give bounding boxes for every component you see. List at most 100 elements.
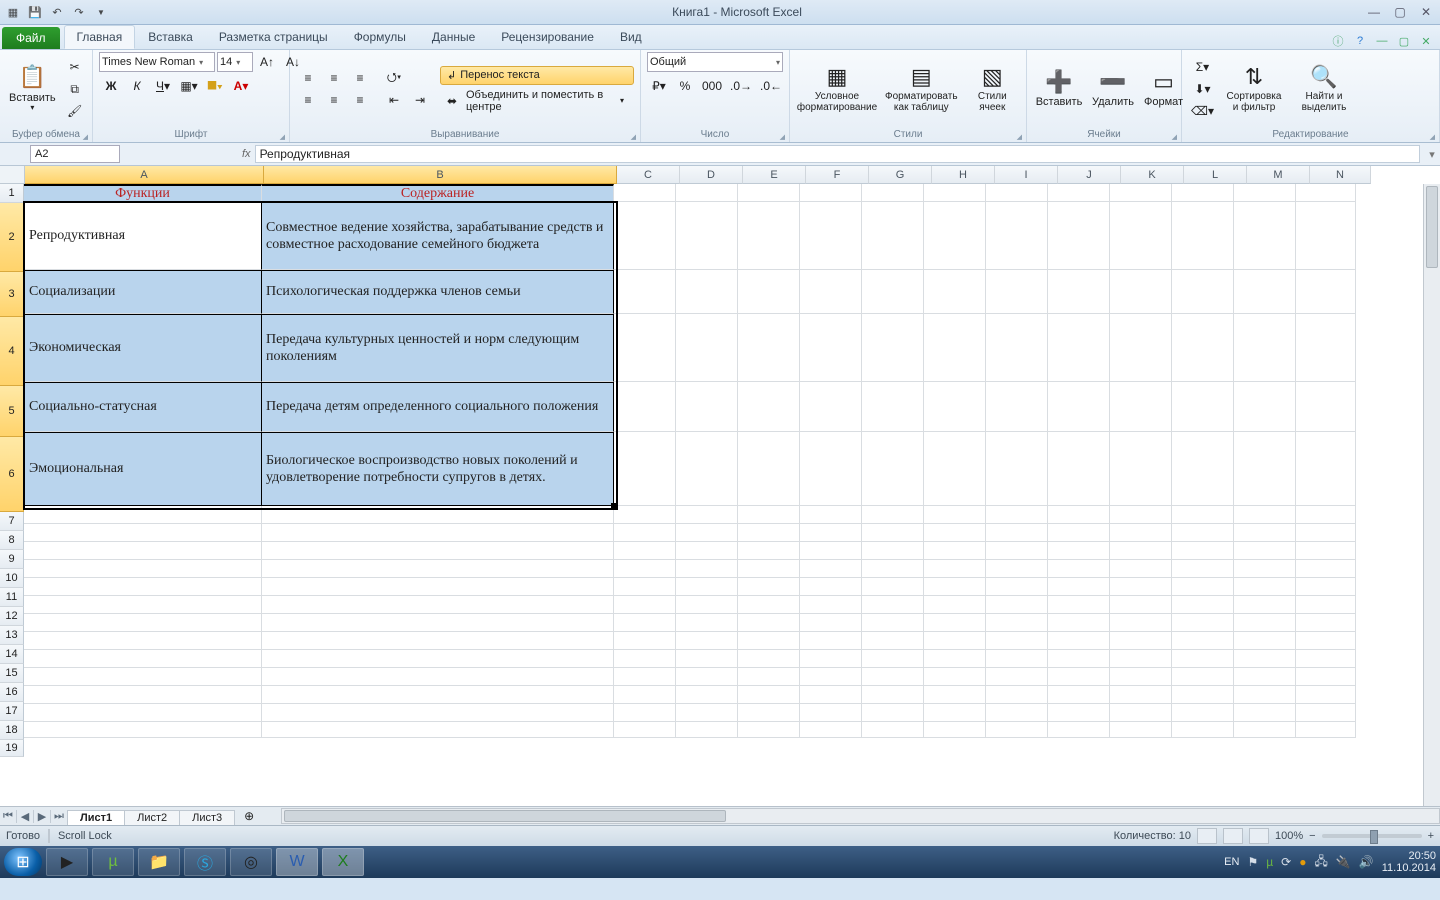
cell-M1[interactable] xyxy=(1234,184,1296,202)
col-header-B[interactable]: B xyxy=(264,166,617,184)
cell-K8[interactable] xyxy=(1110,524,1172,542)
qat-dropdown-icon[interactable]: ▼ xyxy=(92,3,110,21)
ribbon-tab-Рецензирование[interactable]: Рецензирование xyxy=(488,25,607,49)
cell-A5[interactable]: Социально-статусная xyxy=(24,382,262,432)
sheet-nav-prev-icon[interactable]: ◀ xyxy=(17,810,34,823)
window-min-icon[interactable]: — xyxy=(1374,33,1390,49)
cell-L9[interactable] xyxy=(1172,542,1234,560)
cell-H2[interactable] xyxy=(924,202,986,270)
cell-L8[interactable] xyxy=(1172,524,1234,542)
cell-M9[interactable] xyxy=(1234,542,1296,560)
cell-E11[interactable] xyxy=(738,578,800,596)
row-header-19[interactable]: 19 xyxy=(0,740,24,757)
start-button[interactable]: ⊞ xyxy=(4,848,42,876)
ribbon-tab-Вставка[interactable]: Вставка xyxy=(135,25,206,49)
cell-I8[interactable] xyxy=(986,524,1048,542)
cell-E7[interactable] xyxy=(738,506,800,524)
col-header-I[interactable]: I xyxy=(995,166,1058,184)
col-header-J[interactable]: J xyxy=(1058,166,1121,184)
cell-E3[interactable] xyxy=(738,270,800,314)
cell-D18[interactable] xyxy=(676,704,738,722)
cell-B1[interactable]: Содержание xyxy=(262,184,614,202)
orientation-icon[interactable]: ⭯▾ xyxy=(382,68,406,88)
cell-D6[interactable] xyxy=(676,432,738,506)
cell-E14[interactable] xyxy=(738,632,800,650)
cell-C15[interactable] xyxy=(614,650,676,668)
taskbar-explorer-icon[interactable]: 📁 xyxy=(138,848,180,876)
cell-J6[interactable] xyxy=(1048,432,1110,506)
cell-C14[interactable] xyxy=(614,632,676,650)
tray-language[interactable]: EN xyxy=(1224,856,1239,868)
sheet-tab-Лист1[interactable]: Лист1 xyxy=(67,810,125,825)
taskbar-utorrent-icon[interactable]: µ xyxy=(92,848,134,876)
row-header-10[interactable]: 10 xyxy=(0,569,24,588)
cell-L18[interactable] xyxy=(1172,704,1234,722)
cell-F6[interactable] xyxy=(800,432,862,506)
percent-icon[interactable]: % xyxy=(673,76,697,96)
find-select-button[interactable]: 🔍Найти и выделить xyxy=(1291,53,1357,125)
cell-J18[interactable] xyxy=(1048,704,1110,722)
align-left-icon[interactable]: ≡ xyxy=(296,90,320,110)
zoom-in-icon[interactable]: + xyxy=(1428,830,1434,842)
cell-K18[interactable] xyxy=(1110,704,1172,722)
cell-D3[interactable] xyxy=(676,270,738,314)
cell-E19[interactable] xyxy=(738,722,800,738)
cell-J3[interactable] xyxy=(1048,270,1110,314)
autosum-icon[interactable]: Σ▾ xyxy=(1188,57,1217,77)
cell-F3[interactable] xyxy=(800,270,862,314)
cell-N19[interactable] xyxy=(1296,722,1356,738)
cell-I5[interactable] xyxy=(986,382,1048,432)
view-normal-icon[interactable] xyxy=(1197,828,1217,844)
cell-F12[interactable] xyxy=(800,596,862,614)
cell-C8[interactable] xyxy=(614,524,676,542)
fx-icon[interactable]: fx xyxy=(242,148,251,160)
cell-N2[interactable] xyxy=(1296,202,1356,270)
cell-I19[interactable] xyxy=(986,722,1048,738)
cell-J17[interactable] xyxy=(1048,686,1110,704)
cell-D10[interactable] xyxy=(676,560,738,578)
cell-K13[interactable] xyxy=(1110,614,1172,632)
font-name-combo[interactable]: Times New Roman▾ xyxy=(99,52,215,72)
cell-H6[interactable] xyxy=(924,432,986,506)
merge-button[interactable]: Объединить и поместить в центре xyxy=(466,89,608,113)
cell-K5[interactable] xyxy=(1110,382,1172,432)
cell-K19[interactable] xyxy=(1110,722,1172,738)
cell-N15[interactable] xyxy=(1296,650,1356,668)
cell-C2[interactable] xyxy=(614,202,676,270)
cell-H11[interactable] xyxy=(924,578,986,596)
cell-J16[interactable] xyxy=(1048,668,1110,686)
cell-B18[interactable] xyxy=(262,704,614,722)
cell-A15[interactable] xyxy=(24,650,262,668)
format-painter-icon[interactable]: 🖌 xyxy=(63,101,87,121)
cell-I18[interactable] xyxy=(986,704,1048,722)
sort-filter-button[interactable]: ⇅Сортировка и фильтр xyxy=(1221,53,1287,125)
cell-N8[interactable] xyxy=(1296,524,1356,542)
cell-E4[interactable] xyxy=(738,314,800,382)
cell-D1[interactable] xyxy=(676,184,738,202)
italic-button[interactable]: К xyxy=(125,76,149,96)
cell-I11[interactable] xyxy=(986,578,1048,596)
cell-B17[interactable] xyxy=(262,686,614,704)
save-icon[interactable]: 💾 xyxy=(26,3,44,21)
align-bottom-icon[interactable]: ≡ xyxy=(348,68,372,88)
taskbar-skype-icon[interactable]: Ⓢ xyxy=(184,848,226,876)
align-top-icon[interactable]: ≡ xyxy=(296,68,320,88)
row-header-13[interactable]: 13 xyxy=(0,626,24,645)
ribbon-tab-Формулы[interactable]: Формулы xyxy=(341,25,419,49)
sheet-nav-next-icon[interactable]: ▶ xyxy=(34,810,51,823)
cell-B6[interactable]: Биологическое воспроизводство новых поко… xyxy=(262,432,614,506)
cell-I13[interactable] xyxy=(986,614,1048,632)
cell-D19[interactable] xyxy=(676,722,738,738)
cell-J4[interactable] xyxy=(1048,314,1110,382)
cell-G12[interactable] xyxy=(862,596,924,614)
tray-power-icon[interactable]: 🔌 xyxy=(1336,855,1351,869)
cell-E2[interactable] xyxy=(738,202,800,270)
cell-D4[interactable] xyxy=(676,314,738,382)
cell-B15[interactable] xyxy=(262,650,614,668)
clear-icon[interactable]: ⌫▾ xyxy=(1188,101,1217,121)
cell-M10[interactable] xyxy=(1234,560,1296,578)
cell-E6[interactable] xyxy=(738,432,800,506)
cell-G1[interactable] xyxy=(862,184,924,202)
col-header-L[interactable]: L xyxy=(1184,166,1247,184)
cell-N16[interactable] xyxy=(1296,668,1356,686)
